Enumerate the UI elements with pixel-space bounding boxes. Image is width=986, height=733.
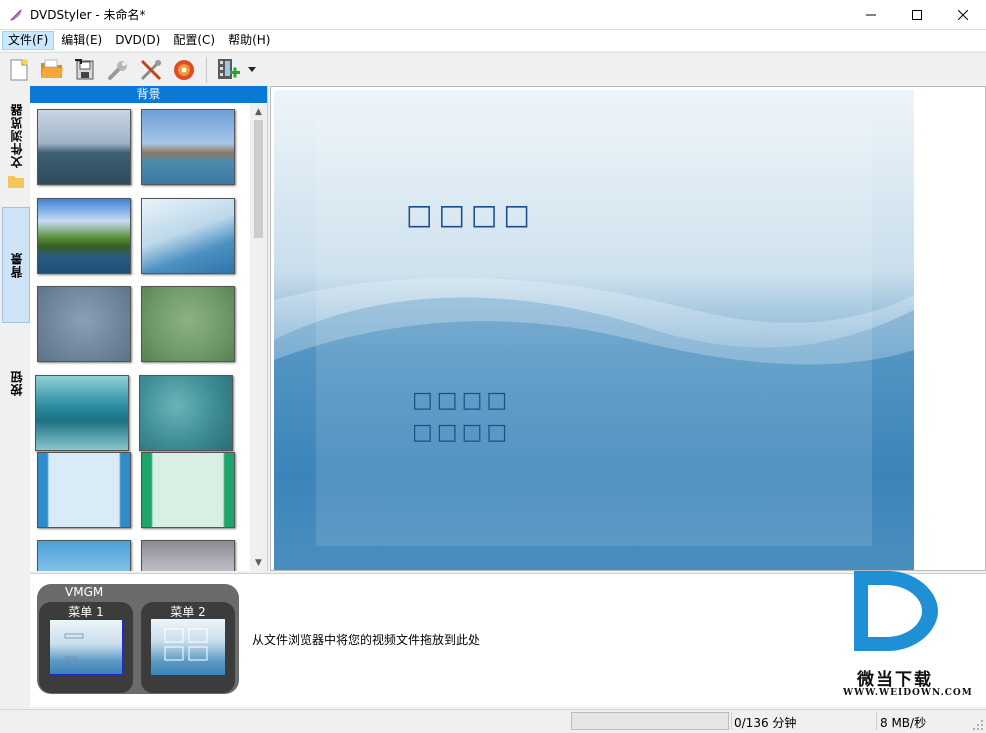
background-thumbnail[interactable]	[37, 452, 131, 528]
menu-1-label: 菜单 1	[68, 605, 104, 619]
menu-edit[interactable]: 编辑(E)	[55, 31, 108, 50]
thumbnail-grid	[30, 103, 250, 571]
watermark-cn-text: 微当下载	[857, 670, 933, 690]
open-button[interactable]	[37, 55, 67, 85]
new-file-icon	[10, 58, 28, 80]
tab-file-browser[interactable]: 文件浏览器	[2, 96, 30, 196]
tab-buttons-label: 按钮	[9, 370, 24, 396]
background-panel: 背景 ▲ ▼	[30, 86, 268, 571]
thumbnail-scrollbar[interactable]: ▲ ▼	[250, 103, 267, 571]
background-thumbnail[interactable]	[141, 286, 235, 362]
add-video-icon	[218, 58, 240, 79]
burn-disc-icon	[174, 59, 194, 80]
add-dropdown[interactable]	[246, 55, 258, 85]
menu-2-card[interactable]: 菜单 2	[141, 602, 235, 693]
tab-buttons[interactable]: 按钮	[2, 348, 30, 418]
background-thumbnail[interactable]	[35, 375, 129, 451]
menu-config[interactable]: 配置(C)	[167, 31, 221, 50]
new-button[interactable]	[4, 55, 34, 85]
menu-file[interactable]: 文件(F)	[2, 31, 55, 50]
menu-bar: 文件(F) 编辑(E) DVD(D) 配置(C) 帮助(H)	[0, 30, 986, 51]
canvas-menu-button-1[interactable]: □□□□	[412, 388, 511, 413]
tools-button[interactable]	[136, 55, 166, 85]
scroll-down-arrow-icon[interactable]: ▼	[250, 554, 267, 571]
background-thumbnail[interactable]	[37, 286, 131, 362]
close-button[interactable]	[940, 0, 986, 30]
app-icon	[10, 8, 22, 21]
canvas-title-text[interactable]: □□□□	[406, 198, 536, 231]
menu-editor-area: □□□□ □□□□ □□□□	[270, 86, 986, 571]
menu-1-thumbnail-art	[64, 633, 84, 666]
menu-2-thumbnail[interactable]	[151, 619, 225, 675]
background-thumbnail[interactable]	[37, 198, 131, 274]
window-title: DVDStyler - 未命名*	[30, 8, 146, 22]
canvas-background	[274, 90, 914, 570]
close-icon	[958, 10, 968, 20]
menu-1-card[interactable]: 菜单 1	[39, 602, 133, 693]
status-separator	[876, 712, 877, 730]
status-bar: 0/136 分钟 8 MB/秒	[0, 709, 986, 733]
save-button[interactable]	[70, 55, 100, 85]
background-thumbnail[interactable]	[141, 198, 235, 274]
minimize-button[interactable]	[848, 0, 894, 30]
background-thumbnail[interactable]	[141, 540, 235, 571]
open-folder-icon	[41, 59, 63, 78]
status-rate: 8 MB/秒	[880, 716, 927, 730]
watermark-url-text: WWW.WEIDOWN.COM	[843, 688, 973, 698]
tab-file-browser-label: 文件浏览器	[9, 102, 24, 168]
background-thumbnail[interactable]	[139, 375, 233, 451]
settings-button[interactable]	[103, 55, 133, 85]
menu-1-thumbnail[interactable]	[49, 619, 123, 675]
scroll-up-arrow-icon[interactable]: ▲	[250, 103, 267, 120]
menu-help[interactable]: 帮助(H)	[222, 31, 276, 50]
maximize-icon	[912, 10, 922, 20]
canvas-menu-button-2[interactable]: □□□□	[412, 420, 511, 445]
add-video-button[interactable]	[213, 55, 243, 85]
save-icon	[75, 58, 94, 79]
background-thumbnail[interactable]	[141, 109, 235, 185]
dropdown-arrow-icon	[248, 67, 256, 72]
tab-background-label: 背景	[9, 252, 24, 278]
vmgm-group: VMGM 菜单 1 菜单 2	[37, 584, 239, 694]
side-tabs: 文件浏览器 背景 按钮	[0, 86, 30, 571]
watermark-logo: 微当下载 WWW.WEIDOWN.COM	[840, 567, 972, 707]
folder-icon	[8, 175, 24, 188]
weidown-logo-icon	[854, 571, 938, 651]
vmgm-label: VMGM	[65, 585, 104, 599]
menu-2-thumbnail-art	[164, 628, 208, 661]
title-bar: DVDStyler - 未命名*	[0, 0, 986, 30]
settings-wrench-icon	[108, 60, 127, 80]
drop-hint-text: 从文件浏览器中将您的视频文件拖放到此处	[252, 633, 481, 647]
background-thumbnail[interactable]	[37, 109, 131, 185]
menu-2-label: 菜单 2	[170, 605, 206, 619]
toolbar-separator	[206, 56, 207, 83]
resize-grip-icon[interactable]	[972, 719, 984, 731]
progress-bar	[571, 712, 729, 730]
menu-canvas[interactable]: □□□□ □□□□ □□□□	[274, 90, 914, 570]
status-separator	[731, 712, 732, 730]
background-thumbnail[interactable]	[37, 540, 131, 571]
minimize-icon	[866, 14, 876, 16]
scroll-thumb[interactable]	[254, 120, 263, 238]
toolbar	[0, 52, 986, 86]
background-thumbnail[interactable]	[141, 452, 235, 528]
menu-dvd[interactable]: DVD(D)	[109, 31, 166, 50]
burn-button[interactable]	[169, 55, 199, 85]
tab-background[interactable]: 背景	[2, 207, 30, 323]
panel-header: 背景	[30, 86, 267, 103]
status-duration: 0/136 分钟	[734, 716, 797, 730]
tools-icon	[140, 59, 162, 80]
maximize-button[interactable]	[894, 0, 940, 30]
